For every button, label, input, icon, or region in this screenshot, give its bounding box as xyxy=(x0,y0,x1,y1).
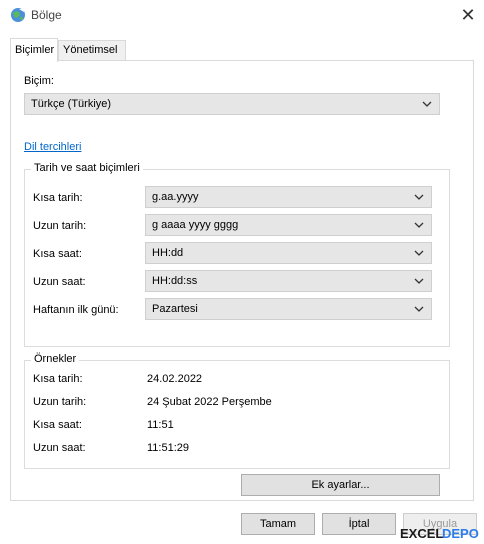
chevron-down-icon xyxy=(421,94,433,114)
watermark-excel-text: EXCEL xyxy=(400,526,444,541)
long-date-label: Uzun tarih: xyxy=(33,220,87,232)
tab-formats[interactable]: Biçimler xyxy=(10,38,58,62)
short-date-select[interactable]: g.aa.yyyy xyxy=(145,186,432,208)
long-date-value: g aaaa yyyy gggg xyxy=(152,219,239,231)
short-time-select[interactable]: HH:dd xyxy=(145,242,432,264)
examples-group: Örnekler Kısa tarih: 24.02.2022 Uzun tar… xyxy=(24,353,450,469)
tab-administrative[interactable]: Yönetimsel xyxy=(58,40,126,60)
tab-label: Biçimler xyxy=(15,44,55,56)
additional-settings-button[interactable]: Ek ayarlar... xyxy=(241,474,440,496)
chevron-down-icon xyxy=(413,243,425,263)
globe-region-icon xyxy=(10,7,26,23)
example-short-time-label: Kısa saat: xyxy=(33,419,82,431)
example-short-date-value: 24.02.2022 xyxy=(147,373,203,385)
first-day-of-week-select[interactable]: Pazartesi xyxy=(145,298,432,320)
language-preferences-link[interactable]: Dil tercihleri xyxy=(24,141,81,153)
example-long-date-label: Uzun tarih: xyxy=(33,396,87,408)
long-date-select[interactable]: g aaaa yyyy gggg xyxy=(145,214,432,236)
short-date-value: g.aa.yyyy xyxy=(152,191,199,203)
datetime-formats-group: Tarih ve saat biçimleri Kısa tarih: g.aa… xyxy=(24,162,450,347)
group-title: Örnekler xyxy=(31,353,80,365)
chevron-down-icon xyxy=(413,215,425,235)
example-long-time-value: 11:51:29 xyxy=(147,442,190,454)
short-time-label: Kısa saat: xyxy=(33,248,82,260)
first-day-of-week-value: Pazartesi xyxy=(152,303,198,315)
watermark-depo-text: DEPO xyxy=(442,526,479,541)
window-title: Bölge xyxy=(31,8,62,22)
format-label: Biçim: xyxy=(24,75,54,87)
example-long-time-label: Uzun saat: xyxy=(33,442,86,454)
chevron-down-icon xyxy=(413,299,425,319)
format-select-value: Türkçe (Türkiye) xyxy=(31,98,112,110)
cancel-button[interactable]: İptal xyxy=(322,513,396,535)
tab-label: Yönetimsel xyxy=(63,44,118,56)
long-time-select[interactable]: HH:dd:ss xyxy=(145,270,432,292)
first-day-of-week-label: Haftanın ilk günü: xyxy=(33,304,119,316)
close-button[interactable]: ✕ xyxy=(452,0,484,30)
title-bar: Bölge ✕ xyxy=(0,0,484,32)
format-select[interactable]: Türkçe (Türkiye) xyxy=(24,93,440,115)
long-time-value: HH:dd:ss xyxy=(152,275,198,287)
chevron-down-icon xyxy=(413,271,425,291)
short-time-value: HH:dd xyxy=(152,247,184,259)
group-title: Tarih ve saat biçimleri xyxy=(31,162,143,174)
ok-button[interactable]: Tamam xyxy=(241,513,315,535)
short-date-label: Kısa tarih: xyxy=(33,192,83,204)
example-short-time-value: 11:51 xyxy=(147,419,174,431)
example-long-date-value: 24 Şubat 2022 Perşembe xyxy=(147,396,272,408)
example-short-date-label: Kısa tarih: xyxy=(33,373,83,385)
close-icon: ✕ xyxy=(460,5,476,25)
tab-panel: Biçim: Türkçe (Türkiye) Dil tercihleri T… xyxy=(10,60,474,501)
long-time-label: Uzun saat: xyxy=(33,276,86,288)
chevron-down-icon xyxy=(413,187,425,207)
watermark-logo: EXCEL DEPO xyxy=(386,526,482,542)
